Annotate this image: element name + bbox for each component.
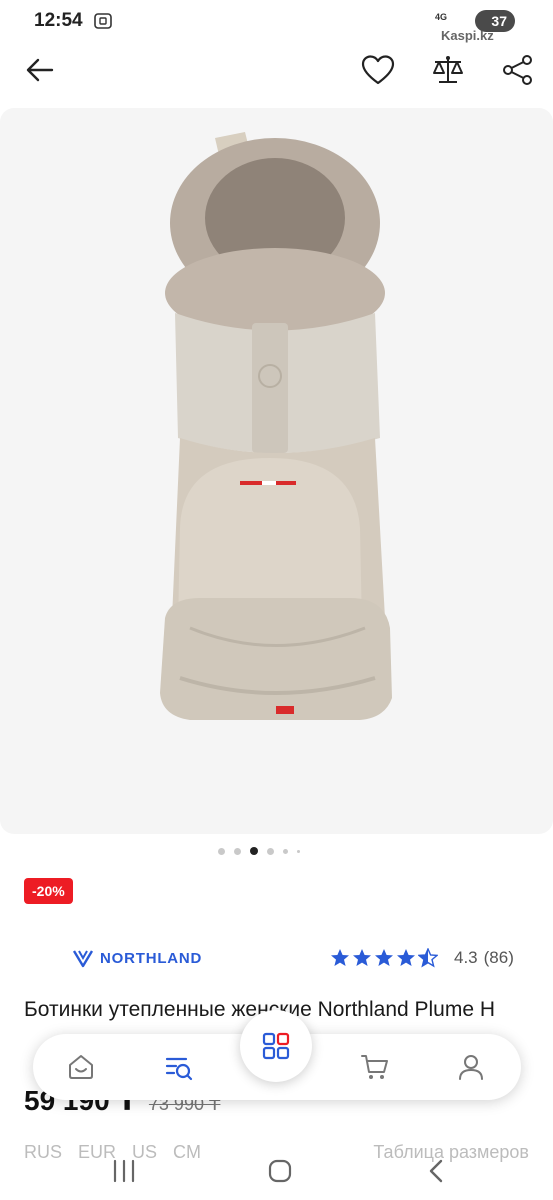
top-navigation xyxy=(0,44,553,100)
scales-icon xyxy=(433,56,463,83)
compare-button[interactable] xyxy=(428,50,468,90)
recent-apps-button[interactable] xyxy=(104,1156,144,1186)
product-rating[interactable]: 4.3 (86) xyxy=(330,946,514,970)
pagination-dot-active[interactable] xyxy=(250,847,258,855)
star-icon xyxy=(331,949,349,966)
recent-apps-icon xyxy=(113,1159,135,1183)
gallery-pagination xyxy=(218,846,300,856)
pagination-dot[interactable] xyxy=(283,848,288,854)
system-home-icon xyxy=(268,1159,292,1183)
heart-icon xyxy=(361,55,395,85)
arrow-left-icon xyxy=(26,58,54,82)
product-image-gallery[interactable] xyxy=(0,108,553,834)
status-bar: 12:54 4G 37 Kaspi.kz xyxy=(0,0,553,44)
system-back-icon xyxy=(429,1159,443,1183)
pagination-dot[interactable] xyxy=(234,847,241,855)
status-indicators: 4G 37 Kaspi.kz xyxy=(435,8,535,48)
brand-logo[interactable]: NORTHLAND xyxy=(72,946,202,970)
grid-icon xyxy=(262,1032,290,1060)
product-boot-image xyxy=(160,132,392,720)
tab-profile[interactable] xyxy=(455,1051,487,1083)
profile-icon xyxy=(459,1055,483,1080)
star-half-icon xyxy=(418,948,438,968)
star-icon xyxy=(353,949,371,966)
brand-name: NORTHLAND xyxy=(100,949,203,967)
center-grid-button[interactable] xyxy=(240,1010,312,1082)
tab-cart[interactable] xyxy=(359,1051,391,1083)
catalog-search-icon xyxy=(165,1057,193,1081)
tab-catalog[interactable] xyxy=(163,1051,195,1083)
tab-home[interactable] xyxy=(65,1051,97,1083)
review-count: (86) xyxy=(483,948,514,967)
pagination-dot[interactable] xyxy=(218,847,225,855)
system-home-button[interactable] xyxy=(260,1156,300,1186)
network-label: 4G xyxy=(435,12,448,22)
status-time: 12:54 xyxy=(34,10,83,31)
brand-shield-icon xyxy=(72,950,94,968)
cart-icon xyxy=(361,1055,388,1079)
share-icon xyxy=(503,55,532,85)
favorite-button[interactable] xyxy=(358,50,398,90)
watermark: Kaspi.kz xyxy=(441,28,494,43)
star-icon xyxy=(397,949,415,966)
rating-value: 4.3 xyxy=(454,948,478,967)
system-navigation-bar xyxy=(0,1142,553,1200)
share-button[interactable] xyxy=(498,50,538,90)
home-icon xyxy=(69,1055,93,1079)
pagination-dot[interactable] xyxy=(297,849,300,853)
back-button[interactable] xyxy=(20,50,60,90)
pagination-dot[interactable] xyxy=(267,847,274,855)
discount-badge: -20% xyxy=(24,878,73,904)
rating-stars xyxy=(330,948,438,968)
system-back-button[interactable] xyxy=(416,1156,456,1186)
star-icon xyxy=(375,949,393,966)
screenshot-icon xyxy=(94,13,112,29)
